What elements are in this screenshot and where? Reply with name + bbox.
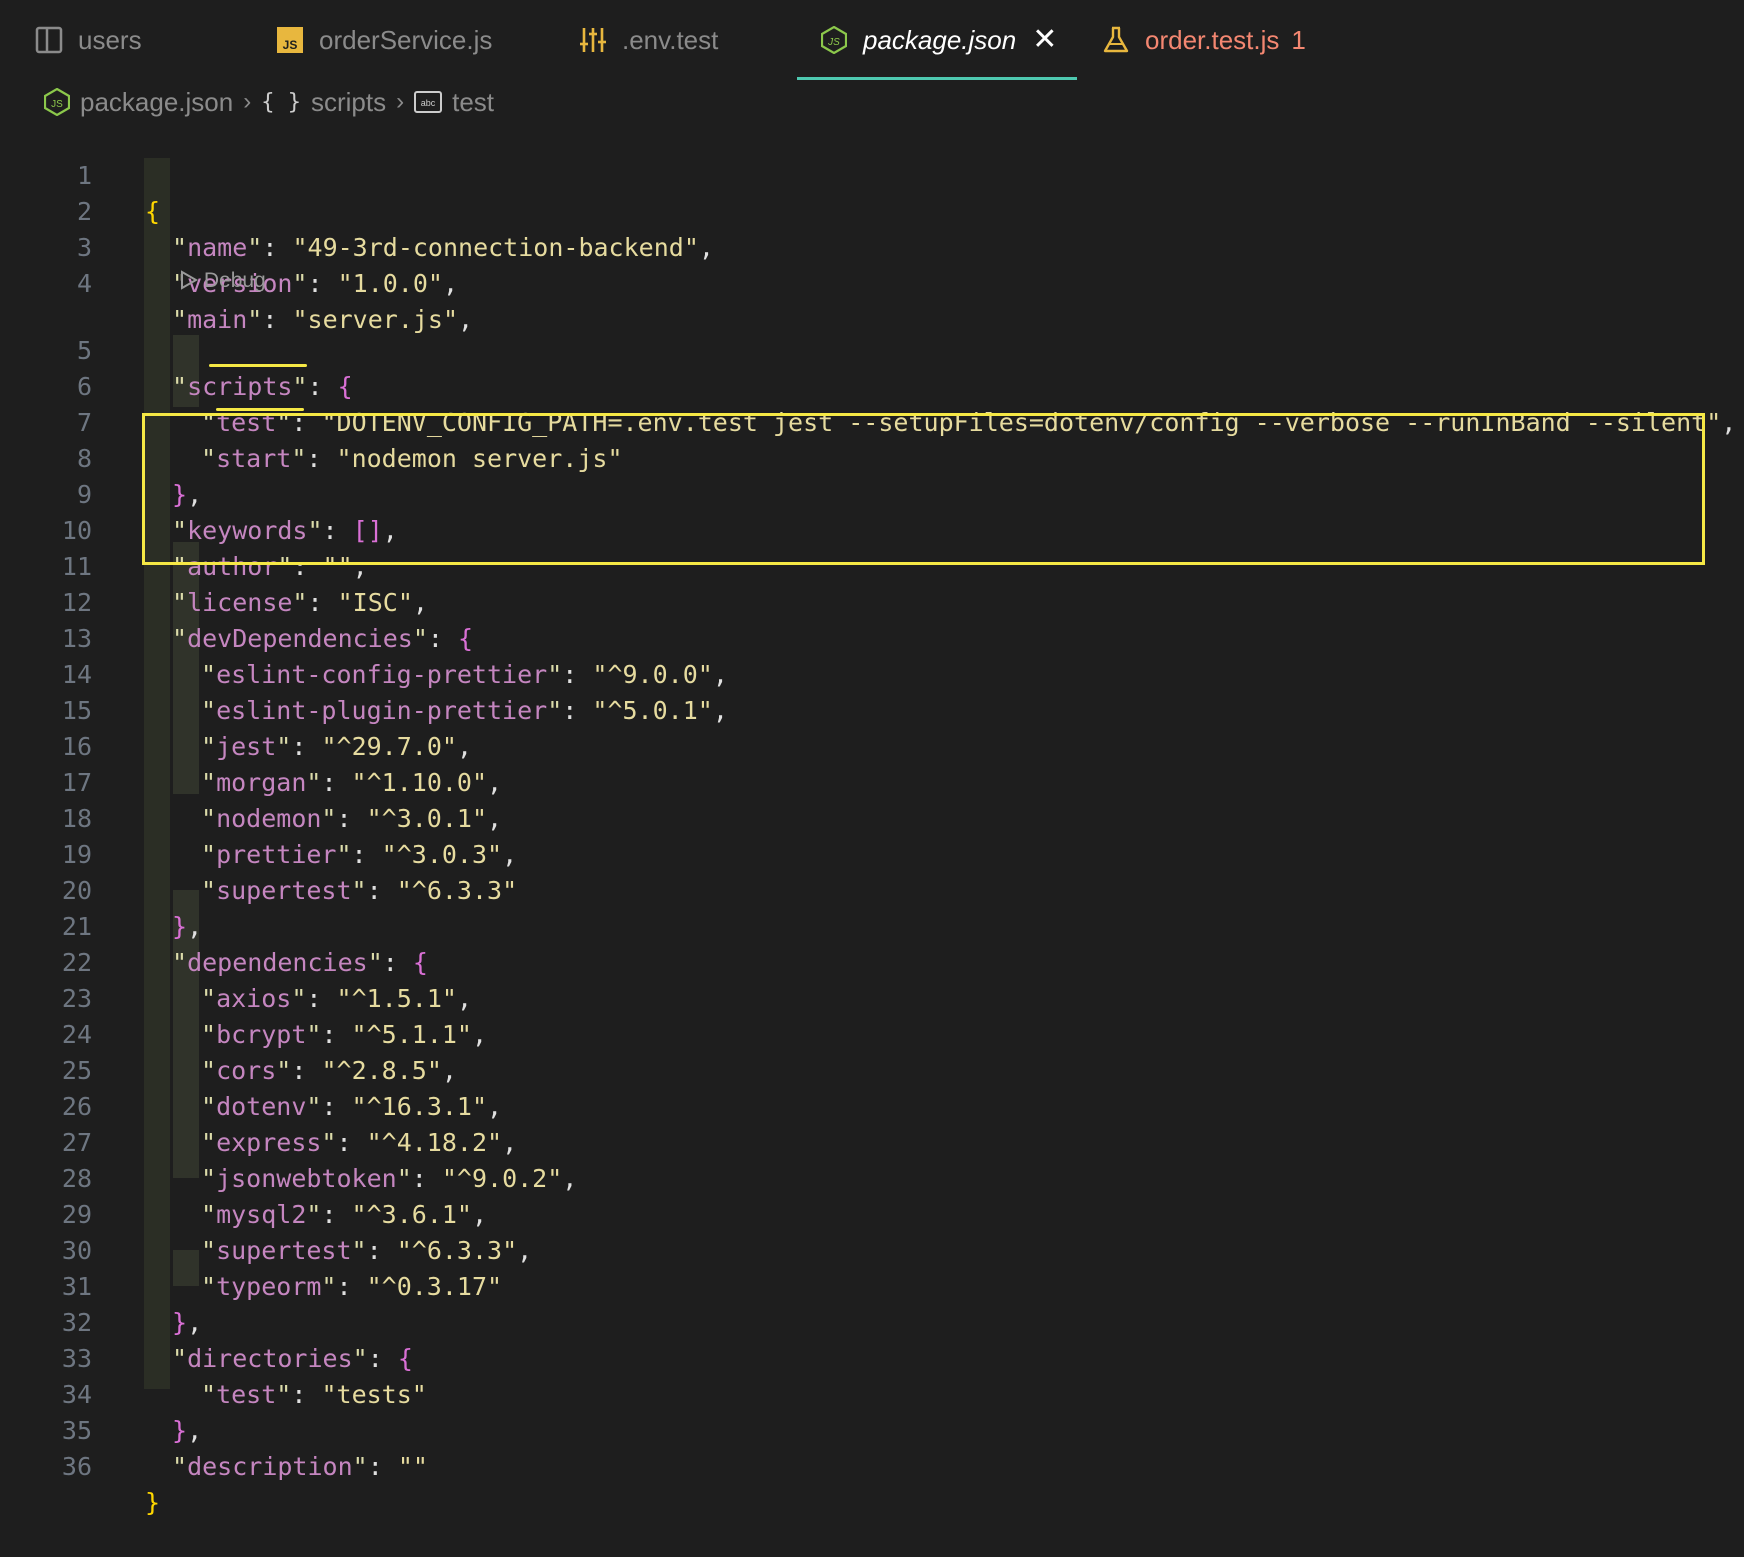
nodejs-icon: JS [819, 25, 849, 55]
tab-label: users [78, 24, 142, 55]
play-icon [180, 269, 199, 292]
breadcrumb: JS package.json › { } scripts › abc test [44, 82, 494, 122]
code-line: 29 "supertest": "^6.3.3", [0, 1161, 1744, 1265]
code-line: 24 "cors": "^2.8.5", [0, 981, 1744, 1085]
code-line: 25 "dotenv": "^16.3.1", [0, 1017, 1744, 1121]
code-line: 16 "morgan": "^1.10.0", [0, 693, 1744, 797]
tab-label: package.json [863, 24, 1017, 55]
code-line: 27 "jsonwebtoken": "^9.0.2", [0, 1089, 1744, 1193]
svg-text:JS: JS [827, 37, 840, 48]
code-line: 36 } [0, 1413, 1744, 1517]
object-icon: { } [261, 89, 301, 115]
breadcrumb-section[interactable]: scripts [311, 87, 386, 118]
breadcrumb-leaf[interactable]: test [452, 87, 494, 118]
js-file-icon: JS [275, 25, 305, 55]
code-line: 35 "description": "" [0, 1377, 1744, 1481]
code-line: 34 }, [0, 1341, 1744, 1445]
chevron-right-icon: › [243, 88, 252, 115]
annotation-highlight-box [142, 413, 1705, 565]
code-line: 20 }, [0, 837, 1744, 941]
code-line: 18 "prettier": "^3.0.3", [0, 765, 1744, 869]
code-line: 3 "version": "1.0.0", [0, 194, 1744, 298]
tab-env-test[interactable]: .env.test [578, 0, 718, 80]
code-line: 31 }, [0, 1233, 1744, 1337]
breadcrumb-file[interactable]: package.json [80, 87, 233, 118]
split-editor-icon [34, 25, 64, 55]
code-line: 30 "typeorm": "^0.3.17" [0, 1197, 1744, 1301]
annotation-underline [216, 408, 304, 411]
svg-text:abc: abc [421, 98, 436, 108]
debug-label: Debug [203, 269, 266, 292]
tab-label: .env.test [622, 24, 719, 55]
svg-text:JS: JS [51, 99, 63, 110]
code-line: 19 "supertest": "^6.3.3" [0, 801, 1744, 905]
code-line: 28 "mysql2": "^3.6.1", [0, 1125, 1744, 1229]
code-line: 7 "start": "nodemon server.js" [0, 369, 1744, 473]
problem-count-badge: 1 [1291, 24, 1306, 55]
close-icon[interactable]: ✕ [1032, 25, 1057, 55]
code-line: 15 "jest": "^29.7.0", [0, 657, 1744, 761]
nodejs-icon: JS [44, 88, 70, 116]
code-line: 26 "express": "^4.18.2", [0, 1053, 1744, 1157]
tab-users[interactable]: users [34, 0, 142, 80]
editor-tab-bar: users JS orderService.js .env.test JS pa… [0, 0, 1744, 80]
settings-sliders-icon [578, 25, 608, 55]
chevron-right-icon: › [396, 88, 405, 115]
code-line: 17 "nodemon": "^3.0.1", [0, 729, 1744, 833]
flask-icon [1101, 25, 1131, 55]
code-line: 4 "main": "server.js", [0, 230, 1744, 334]
code-editor[interactable]: 1 { 2 "name": "49-3rd-connection-backend… [0, 122, 1744, 1517]
line-number: 36 [61, 1452, 92, 1481]
tab-label: order.test.js [1145, 24, 1280, 55]
code-line: 13 "eslint-config-prettier": "^9.0.0", [0, 585, 1744, 689]
string-icon: abc [414, 91, 443, 113]
code-line: 22 "axios": "^1.5.1", [0, 909, 1744, 1013]
code-line: 2 "name": "49-3rd-connection-backend", [0, 158, 1744, 262]
code-line: 14 "eslint-plugin-prettier": "^5.0.1", [0, 621, 1744, 725]
active-tab-indicator [797, 77, 1077, 80]
code-line: 5 "scripts": { [0, 297, 1744, 401]
debug-codelens[interactable]: Debug [180, 266, 266, 296]
code-line: 33 "test": "tests" [0, 1305, 1744, 1409]
code-line: 32 "directories": { [0, 1269, 1744, 1373]
tab-label: orderService.js [319, 24, 493, 55]
tab-orderservice[interactable]: JS orderService.js [275, 0, 492, 80]
tab-package-json[interactable]: JS package.json ✕ [797, 0, 1077, 80]
code-line: 21 "dependencies": { [0, 873, 1744, 977]
svg-text:JS: JS [283, 38, 298, 52]
annotation-underline [209, 364, 307, 367]
code-line: 1 { [0, 122, 1744, 226]
tab-order-test[interactable]: order.test.js 1 [1101, 0, 1306, 80]
code-line: 23 "bcrypt": "^5.1.1", [0, 945, 1744, 1049]
